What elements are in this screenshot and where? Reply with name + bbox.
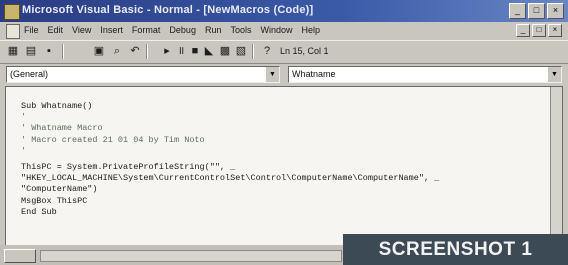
help-icon[interactable]: ? xyxy=(260,45,274,58)
vb-editor-window: Microsoft Visual Basic - Normal - [NewMa… xyxy=(0,0,568,265)
code-line: "HKEY_LOCAL_MACHINE\System\CurrentContro… xyxy=(21,173,440,184)
code-line: Sub Whatname() xyxy=(21,101,93,111)
object-dropdown[interactable]: (General) ▼ xyxy=(6,66,280,83)
code-line: ' Whatname Macro xyxy=(21,123,103,134)
menu-run[interactable]: Run xyxy=(205,25,222,35)
menu-help[interactable]: Help xyxy=(302,25,321,35)
undo-icon[interactable]: ↶ xyxy=(128,45,142,58)
screenshot-label: SCREENSHOT 1 xyxy=(343,234,568,265)
view-word-icon[interactable]: ▦ xyxy=(6,45,20,58)
menu-file[interactable]: File xyxy=(24,25,39,35)
toolbar-separator xyxy=(146,44,148,59)
menu-format[interactable]: Format xyxy=(132,25,161,35)
chevron-down-icon[interactable]: ▼ xyxy=(547,67,561,82)
code-line: End Sub xyxy=(21,206,57,217)
code-text[interactable]: Sub Whatname() ' ' Whatname Macro ' Macr… xyxy=(21,101,439,218)
maximize-button[interactable]: □ xyxy=(528,3,545,19)
menu-tools[interactable]: Tools xyxy=(230,25,251,35)
horizontal-scrollbar[interactable] xyxy=(40,250,342,262)
document-controls: _ □ × xyxy=(516,24,562,37)
properties-icon[interactable]: ▧ xyxy=(234,45,248,58)
code-line: ' xyxy=(21,145,27,156)
chevron-down-icon[interactable]: ▼ xyxy=(265,67,279,82)
vertical-scrollbar[interactable] xyxy=(550,87,562,245)
toolbar-separator xyxy=(252,44,254,59)
window-title: Microsoft Visual Basic - Normal - [NewMa… xyxy=(22,4,314,16)
code-line: ThisPC = System.PrivateProfileString("",… xyxy=(21,161,236,172)
window-controls: _ □ × xyxy=(509,3,564,19)
title-bar[interactable]: Microsoft Visual Basic - Normal - [NewMa… xyxy=(0,0,568,22)
standard-toolbar: ▦ ▤ ▪ ▣ ⌕ ↶ ▸ ॥ ■ ◣ ▩ ▧ ? Ln 15, Col 1 xyxy=(0,40,568,64)
code-line: MsgBox ThisPC xyxy=(21,195,88,206)
vb-app-icon[interactable] xyxy=(4,4,20,20)
menu-insert[interactable]: Insert xyxy=(100,25,123,35)
menu-window[interactable]: Window xyxy=(260,25,292,35)
procedure-dropdown-value: Whatname xyxy=(292,69,336,79)
project-explorer-icon[interactable]: ▩ xyxy=(218,45,232,58)
close-button[interactable]: × xyxy=(547,3,564,19)
doc-restore-button[interactable]: □ xyxy=(532,24,546,37)
procedure-dropdown[interactable]: Whatname ▼ xyxy=(288,66,562,83)
reset-icon[interactable]: ■ xyxy=(188,45,202,58)
code-line: "ComputerName") xyxy=(21,184,98,195)
minimize-button[interactable]: _ xyxy=(509,3,526,19)
cursor-position: Ln 15, Col 1 xyxy=(280,46,329,56)
code-line: ' xyxy=(21,112,27,123)
menu-bar: File Edit View Insert Format Debug Run T… xyxy=(0,22,568,40)
menu-view[interactable]: View xyxy=(72,25,91,35)
view-buttons[interactable] xyxy=(4,249,36,263)
menu-debug[interactable]: Debug xyxy=(169,25,196,35)
document-icon[interactable] xyxy=(6,24,20,39)
menu-edit[interactable]: Edit xyxy=(48,25,64,35)
run-icon[interactable]: ▸ xyxy=(160,45,174,58)
insert-module-icon[interactable]: ▤ xyxy=(24,45,38,58)
save-icon[interactable]: ▪ xyxy=(42,45,56,58)
design-mode-icon[interactable]: ◣ xyxy=(202,45,216,58)
code-line: ' Macro created 21 01 04 by Tim Noto xyxy=(21,134,205,145)
object-dropdown-value: (General) xyxy=(10,69,49,79)
doc-minimize-button[interactable]: _ xyxy=(516,24,530,37)
code-window-combos: (General) ▼ Whatname ▼ xyxy=(0,64,568,84)
find-icon[interactable]: ⌕ xyxy=(110,45,124,58)
code-editor[interactable]: Sub Whatname() ' ' Whatname Macro ' Macr… xyxy=(5,86,563,246)
doc-close-button[interactable]: × xyxy=(548,24,562,37)
menu-items: File Edit View Insert Format Debug Run T… xyxy=(24,25,320,35)
copy-icon[interactable]: ▣ xyxy=(92,45,106,58)
break-icon[interactable]: ॥ xyxy=(174,45,188,58)
toolbar-separator xyxy=(62,44,64,59)
